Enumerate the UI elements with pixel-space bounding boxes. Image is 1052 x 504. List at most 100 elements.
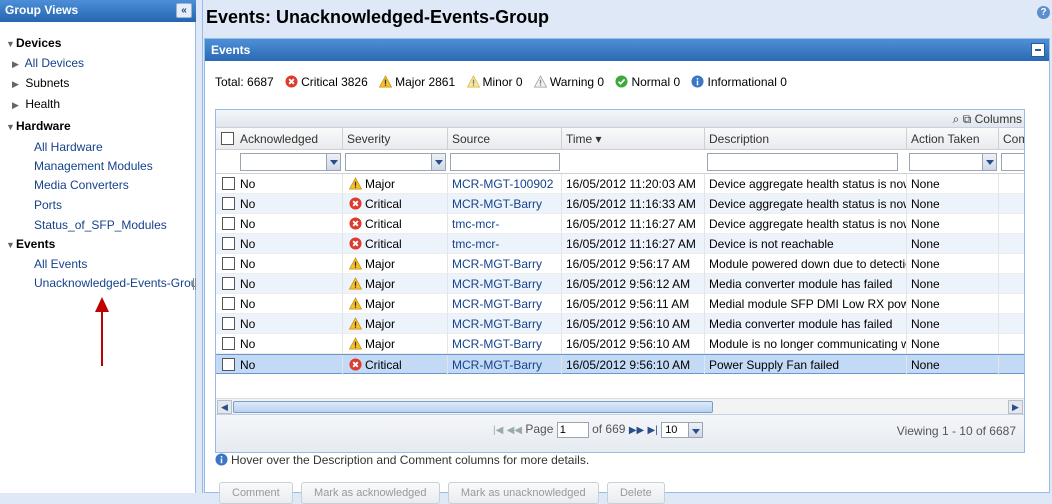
description-filter-input[interactable] <box>707 153 898 171</box>
source-cell[interactable]: MCR-MGT-Barry <box>448 254 562 274</box>
comment-cell <box>999 334 1024 354</box>
mark-unacknowledged-button[interactable]: Mark as unacknowledged <box>447 482 599 504</box>
row-checkbox[interactable] <box>222 177 235 190</box>
column-header-acknowledged[interactable]: Acknowledged <box>216 128 343 150</box>
table-row[interactable]: No Major MCR-MGT-Barry 16/05/2012 9:56:17 A… <box>216 254 1024 274</box>
row-checkbox[interactable] <box>222 358 235 371</box>
table-row[interactable]: No Major MCR-MGT-100902 16/05/2012 11:20:03… <box>216 174 1024 194</box>
column-header-comment[interactable]: Com <box>999 128 1024 150</box>
column-header-description[interactable]: Description <box>705 128 907 150</box>
column-header-source[interactable]: Source <box>448 128 562 150</box>
source-cell[interactable]: MCR-MGT-Barry <box>448 294 562 314</box>
row-checkbox[interactable] <box>222 337 235 350</box>
row-checkbox[interactable] <box>222 297 235 310</box>
comment-button[interactable]: Comment <box>219 482 293 504</box>
tree-node-events[interactable]: ▼Events <box>6 237 55 251</box>
next-page-icon[interactable]: ▶▶ <box>629 425 644 436</box>
chevron-down-icon[interactable] <box>982 154 996 170</box>
column-header-severity[interactable]: Severity <box>343 128 448 150</box>
tree-node-subnets[interactable]: ▶ Subnets <box>12 76 69 90</box>
horizontal-scrollbar[interactable]: ◀ ▶ <box>216 398 1024 414</box>
tree-node-label: Devices <box>16 36 62 50</box>
page-number-input[interactable]: 1 <box>556 422 589 438</box>
source-filter-input[interactable] <box>450 153 560 171</box>
tree-node-devices[interactable]: ▼Devices <box>6 36 61 50</box>
tree-node-all-devices[interactable]: ▶ All Devices <box>12 56 84 70</box>
grid-header: Acknowledged Severity Source Time ▾ Desc… <box>216 128 1024 150</box>
row-checkbox[interactable] <box>222 197 235 210</box>
table-row[interactable]: No Critical MCR-MGT-Barry 16/05/2012 9:56:1… <box>216 354 1024 375</box>
first-page-icon[interactable]: |◀ <box>493 425 503 436</box>
collapse-panel-button[interactable]: « <box>176 3 192 18</box>
scroll-left-icon[interactable]: ◀ <box>217 400 232 414</box>
tree-link-unacknowledged-events-group[interactable]: Unacknowledged-Events-Grou <box>34 276 197 290</box>
page-size-select[interactable]: 10 <box>661 422 704 438</box>
normal-icon <box>615 75 628 88</box>
row-checkbox[interactable] <box>222 257 235 270</box>
panel-splitter[interactable] <box>196 0 203 493</box>
source-cell[interactable]: tmc-mcr- <box>448 234 562 254</box>
select-all-checkbox[interactable] <box>221 132 234 145</box>
severity-value: Major <box>365 337 396 351</box>
source-cell[interactable]: MCR-MGT-Barry <box>448 334 562 354</box>
group-views-title: Group Views <box>5 3 79 17</box>
scroll-right-icon[interactable]: ▶ <box>1008 400 1023 414</box>
help-icon[interactable]: ? <box>1037 6 1050 19</box>
source-cell[interactable]: MCR-MGT-Barry <box>448 314 562 334</box>
last-page-icon[interactable]: ▶| <box>648 425 658 436</box>
table-row[interactable]: No Major MCR-MGT-Barry 16/05/2012 9:56:10 A… <box>216 334 1024 354</box>
tree-link-status-of-sfp-modules[interactable]: Status_of_SFP_Modules <box>34 218 167 232</box>
severity-filter-select[interactable] <box>345 153 446 171</box>
tree-node-health[interactable]: ▶ Health <box>12 97 60 111</box>
column-header-action-taken[interactable]: Action Taken <box>907 128 999 150</box>
table-row[interactable]: No Major MCR-MGT-Barry 16/05/2012 9:56:10 A… <box>216 314 1024 334</box>
acknowledged-value: No <box>240 257 256 271</box>
table-row[interactable]: No Critical tmc-mcr- 16/05/2012 11:16:27 AM… <box>216 214 1024 234</box>
tree-link-ports[interactable]: Ports <box>34 198 62 212</box>
source-cell[interactable]: tmc-mcr- <box>448 214 562 234</box>
source-cell[interactable]: MCR-MGT-Barry <box>448 274 562 294</box>
page-size-value: 10 <box>665 424 678 436</box>
expanded-arrow-icon: ▼ <box>6 122 15 132</box>
column-header-time[interactable]: Time ▾ <box>562 128 705 150</box>
source-cell[interactable]: MCR-MGT-Barry <box>448 194 562 214</box>
tree-link-management-modules[interactable]: Management Modules <box>34 159 153 173</box>
action-cell: None <box>907 214 999 234</box>
source-cell[interactable]: MCR-MGT-Barry <box>448 355 562 375</box>
info-icon <box>691 75 704 88</box>
row-checkbox[interactable] <box>222 277 235 290</box>
action-cell: None <box>907 355 999 375</box>
events-panel: Events Total: 6687 Critical 3826 Major 2… <box>204 38 1050 504</box>
table-row[interactable]: No Critical tmc-mcr- 16/05/2012 11:16:27 AM… <box>216 234 1024 254</box>
row-checkbox[interactable] <box>222 217 235 230</box>
tree-link-all-events[interactable]: All Events <box>34 257 87 271</box>
delete-button[interactable]: Delete <box>606 482 665 504</box>
severity-cell: Major <box>343 254 448 274</box>
columns-button[interactable]: ⌕ ⧉ Columns <box>953 112 1022 127</box>
critical-icon <box>285 75 298 88</box>
summary-warning: Warning 0 <box>534 75 604 89</box>
time-cell: 16/05/2012 11:20:03 AM <box>562 174 705 194</box>
row-checkbox[interactable] <box>222 237 235 250</box>
previous-page-icon[interactable]: ◀◀ <box>507 425 522 436</box>
row-checkbox[interactable] <box>222 317 235 330</box>
description-cell: Medial module SFP DMI Low RX powe <box>705 294 907 314</box>
chevron-down-icon[interactable] <box>431 154 445 170</box>
table-row[interactable]: No Major MCR-MGT-Barry 16/05/2012 9:56:11 A… <box>216 294 1024 314</box>
scrollbar-thumb[interactable] <box>233 401 713 413</box>
chevron-down-icon[interactable] <box>326 154 340 170</box>
table-row[interactable]: No Critical MCR-MGT-Barry 16/05/2012 11:16:… <box>216 194 1024 214</box>
table-row[interactable]: No Major MCR-MGT-Barry 16/05/2012 9:56:12 A… <box>216 274 1024 294</box>
action-taken-filter-select[interactable] <box>909 153 997 171</box>
collapse-events-panel-button[interactable] <box>1031 43 1045 57</box>
tree-link-all-hardware[interactable]: All Hardware <box>34 140 103 154</box>
acknowledged-filter-select[interactable] <box>240 153 341 171</box>
comment-filter-input[interactable] <box>1001 153 1024 171</box>
splitter-grip-icon[interactable] <box>193 278 196 290</box>
source-cell[interactable]: MCR-MGT-100902 <box>448 174 562 194</box>
description-cell: Device aggregate health status is now <box>705 214 907 234</box>
tree-node-hardware[interactable]: ▼Hardware <box>6 119 71 133</box>
tree-link-media-converters[interactable]: Media Converters <box>34 178 129 192</box>
mark-acknowledged-button[interactable]: Mark as acknowledged <box>301 482 440 504</box>
chevron-down-icon[interactable] <box>688 423 703 437</box>
